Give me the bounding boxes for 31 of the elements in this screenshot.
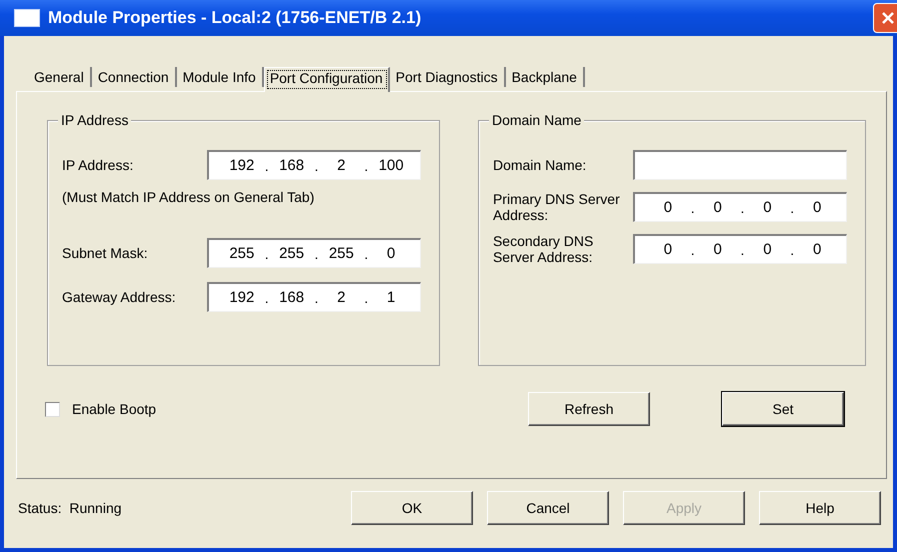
field-label: Secondary DNS Server Address:: [492, 233, 594, 265]
close-icon: [880, 10, 896, 26]
panel-button[interactable]: Refresh: [528, 392, 650, 426]
ip-address-field[interactable]: 255 . 255 . 255 . 0: [206, 238, 421, 268]
enable-bootp-checkbox[interactable]: Enable Bootp: [45, 401, 156, 417]
window-title: Module Properties - Local:2 (1756-ENET/B 2.1): [48, 8, 422, 28]
tab[interactable]: Port Configuration: [264, 67, 390, 92]
field-label: IP Address:: [62, 157, 134, 173]
group-title: IP Address: [58, 112, 132, 128]
hint-text: (Must Match IP Address on General Tab): [62, 189, 316, 205]
tab[interactable]: Port Diagnostics: [390, 67, 506, 87]
dialog-button[interactable]: OK: [351, 491, 473, 525]
status-text: Status: Running: [18, 500, 123, 516]
tab[interactable]: General: [28, 67, 92, 87]
ip-address-field[interactable]: 192 . 168 . 2 . 1: [206, 282, 421, 312]
dialog-button[interactable]: Help: [759, 491, 881, 525]
field-label: Domain Name:: [492, 157, 586, 173]
close-button[interactable]: [873, 3, 897, 33]
field-label: Gateway Address:: [62, 289, 176, 305]
field-label: Subnet Mask:: [62, 245, 148, 261]
ip-address-field[interactable]: 192 . 168 . 2 . 100: [206, 150, 421, 180]
panel-button[interactable]: Set: [722, 392, 844, 426]
ip-address-field[interactable]: 0 . 0 . 0 . 0: [633, 192, 847, 222]
field-label: Primary DNS Server Address:: [492, 191, 621, 223]
text-field[interactable]: [633, 150, 847, 180]
dialog-button[interactable]: Cancel: [487, 491, 609, 525]
ip-address-field[interactable]: 0 . 0 . 0 . 0: [633, 234, 847, 264]
group-title: Domain Name: [488, 112, 584, 128]
tab[interactable]: Connection: [92, 67, 177, 87]
tab[interactable]: Backplane: [506, 67, 585, 87]
window-icon: [14, 9, 40, 27]
